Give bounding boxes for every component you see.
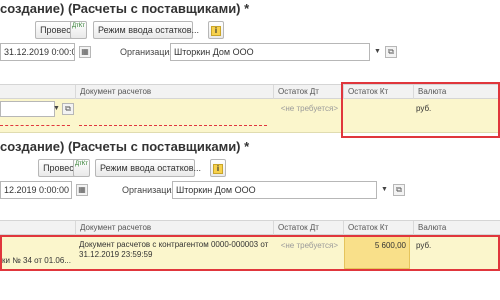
top-org-label: Организация: <box>120 47 177 57</box>
dt-kt-icon-label: ДтКт <box>74 161 89 167</box>
bottom-modified-star: * <box>244 139 250 154</box>
bottom-highlight-box <box>0 235 500 271</box>
top-form-title-text: создание) (Расчеты с поставщиками) <box>0 1 241 16</box>
top-col-dt: Остаток Дт <box>273 85 343 99</box>
bottom-col-currency: Валюта <box>413 221 500 235</box>
dt-kt-icon: ДтКт <box>74 160 89 168</box>
calendar-icon[interactable]: ▦ <box>76 184 88 196</box>
bottom-org-field[interactable]: Шторкин Дом ООО <box>172 181 377 199</box>
info-icon: i <box>211 26 221 36</box>
top-row-dt: <не требуется> <box>280 104 338 113</box>
bottom-info-button[interactable]: i <box>210 159 226 177</box>
open-icon[interactable]: ⧉ <box>62 103 74 115</box>
bottom-mode-button[interactable]: Режим ввода остатков... <box>95 159 201 177</box>
top-modified-star: * <box>244 1 250 16</box>
bottom-col-dt: Остаток Дт <box>273 221 343 235</box>
top-col-doc: Документ расчетов <box>75 85 273 99</box>
dt-kt-icon-label: ДтКт <box>71 23 86 29</box>
dropdown-icon[interactable]: ▼ <box>52 100 61 118</box>
bottom-form-title-text: создание) (Расчеты с поставщиками) <box>0 139 241 154</box>
top-date-field[interactable]: 31.12.2019 0:00:00 <box>0 43 75 61</box>
bottom-date-field[interactable]: 12.2019 0:00:00 <box>0 181 72 199</box>
dropdown-icon[interactable]: ▼ <box>380 181 389 199</box>
bottom-org-label: Организация: <box>122 185 179 195</box>
bottom-col-kt: Остаток Кт <box>343 221 413 235</box>
top-mode-button[interactable]: Режим ввода остатков... <box>93 21 199 39</box>
bottom-col-doc: Документ расчетов <box>75 221 273 235</box>
top-dt-kt-button[interactable]: ДтКт <box>70 21 87 39</box>
open-icon[interactable]: ⧉ <box>393 184 405 196</box>
bottom-table-header: Документ расчетов Остаток Дт Остаток Кт … <box>0 220 500 235</box>
bottom-form-title: создание) (Расчеты с поставщиками) * <box>0 139 249 154</box>
calendar-icon[interactable]: ▦ <box>79 46 91 58</box>
dt-kt-icon: ДтКт <box>71 22 86 30</box>
top-org-field[interactable]: Шторкин Дом ООО <box>170 43 370 61</box>
top-form-title: создание) (Расчеты с поставщиками) * <box>0 1 249 16</box>
top-info-button[interactable]: i <box>208 21 224 39</box>
info-icon: i <box>213 164 223 174</box>
top-row-left-field[interactable] <box>0 101 55 117</box>
top-highlight-box <box>341 82 500 138</box>
top-row-doc-underline <box>79 125 267 126</box>
bottom-dt-kt-button[interactable]: ДтКт <box>73 159 90 177</box>
dropdown-icon[interactable]: ▼ <box>373 43 382 61</box>
top-row-left-underline <box>0 125 70 126</box>
open-icon[interactable]: ⧉ <box>385 46 397 58</box>
